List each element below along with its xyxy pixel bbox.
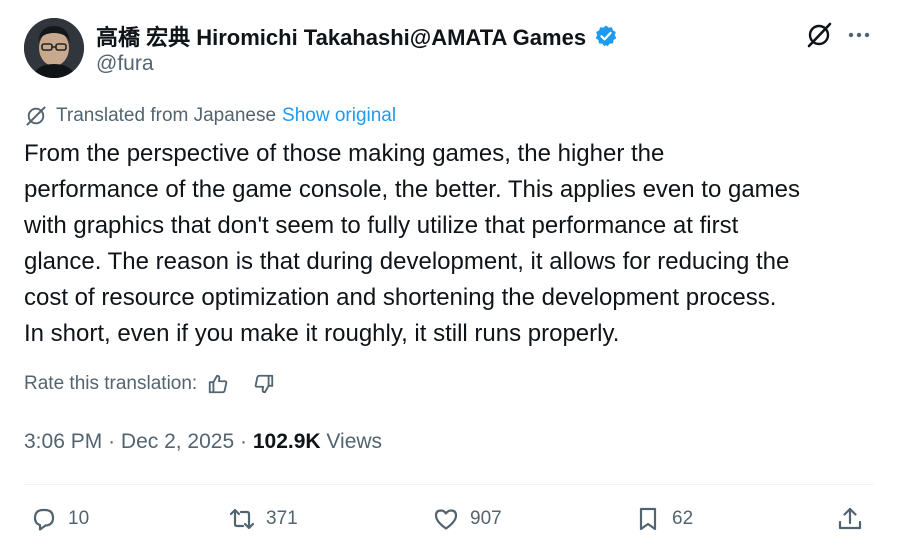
views-label: Views [326, 430, 383, 453]
rate-translation-label: Rate this translation: [24, 373, 198, 394]
thumbs-down-icon[interactable] [253, 373, 275, 395]
reply-icon [33, 508, 55, 531]
share-button[interactable] [836, 505, 864, 533]
rate-translation-row: Rate this translation: [24, 373, 275, 395]
grok-button[interactable] [804, 20, 834, 50]
more-icon [848, 32, 870, 38]
translate-icon [26, 106, 46, 126]
translation-notice: Translated from Japanese Show original [24, 104, 396, 128]
grok-icon [807, 22, 832, 48]
bookmark-count: 62 [672, 508, 694, 529]
tweet-time[interactable]: 3:06 PM [24, 430, 102, 453]
meta-separator: · [108, 430, 116, 453]
like-button[interactable]: 907 [432, 505, 502, 533]
verified-badge-icon[interactable] [594, 24, 618, 48]
author-name-row: 高橋 宏典 Hiromichi Takahashi@AMATA Games [96, 20, 618, 52]
share-icon [838, 507, 862, 530]
tweet-text: From the perspective of those making gam… [24, 140, 801, 347]
tweet-date[interactable]: Dec 2, 2025 [121, 430, 234, 453]
author-display-name[interactable]: 高橋 宏典 Hiromichi Takahashi@AMATA Games [96, 20, 586, 52]
divider [24, 484, 874, 485]
more-button[interactable] [844, 20, 874, 50]
bookmark-button[interactable]: 62 [634, 505, 693, 533]
views-count: 102.9K [252, 430, 321, 453]
like-icon [434, 509, 458, 530]
reply-count: 10 [68, 508, 90, 529]
meta-separator: · [240, 430, 247, 453]
repost-icon [229, 508, 255, 530]
reply-button[interactable]: 10 [30, 505, 89, 533]
thumbs-up-icon[interactable] [207, 373, 229, 395]
tweet-meta: 3:06 PM · Dec 2, 2025 · 102.9K Views [24, 430, 382, 454]
show-original-link[interactable]: Show original [282, 105, 396, 127]
avatar[interactable] [24, 18, 84, 78]
bookmark-icon [639, 507, 657, 531]
repost-count: 371 [266, 508, 298, 529]
translation-notice-text: Translated from Japanese [56, 105, 277, 126]
author-handle[interactable]: @fura [96, 52, 154, 76]
repost-button[interactable]: 371 [228, 505, 298, 533]
like-count: 907 [470, 508, 502, 529]
avatar-image [24, 18, 84, 78]
